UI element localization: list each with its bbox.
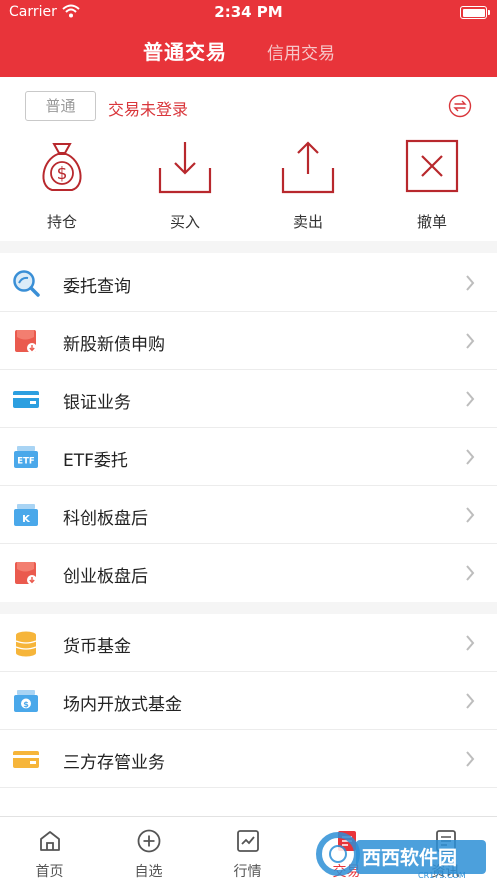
tab-watchlist[interactable]: 自选 <box>99 817 198 884</box>
svg-text:ETF: ETF <box>17 457 35 467</box>
download-icon <box>158 142 212 194</box>
list-item-label: 三方存管业务 <box>63 753 165 773</box>
coins-icon <box>15 631 37 657</box>
list-item-bank-securities[interactable]: 银证业务 <box>0 370 497 428</box>
red-bag-icon <box>15 330 37 353</box>
chart-icon <box>236 830 259 852</box>
buy-button[interactable]: 买入 <box>145 138 225 238</box>
chevron-right-icon <box>466 449 475 465</box>
chevron-right-icon <box>466 275 475 291</box>
list-item-gem-after-hours[interactable]: 创业板盘后 <box>0 544 497 602</box>
list-item-money-fund[interactable]: 货币基金 <box>0 614 497 672</box>
action-label: 买入 <box>169 213 200 231</box>
list-item-etf-order[interactable]: ETF ETF委托 <box>0 428 497 486</box>
cancel-box-icon <box>405 139 459 193</box>
home-icon <box>39 831 60 851</box>
red-bag-icon <box>15 562 37 585</box>
chevron-right-icon <box>466 565 475 581</box>
chevron-right-icon <box>466 333 475 349</box>
money-bag-icon: $ <box>42 143 82 191</box>
search-icon <box>13 270 40 297</box>
list-item-label: 委托查询 <box>63 277 131 297</box>
list-item-label: 新股新债申购 <box>63 335 165 355</box>
battery-icon <box>460 6 490 19</box>
kc-icon: K <box>14 504 38 526</box>
watermark-text: 西西软件园 <box>362 846 457 869</box>
chevron-right-icon <box>466 507 475 523</box>
tab-label: 行情 <box>233 864 262 880</box>
upload-icon <box>281 141 335 194</box>
list-item-label: 场内开放式基金 <box>63 695 182 715</box>
yellow-card-icon <box>13 751 39 768</box>
fund-icon: $ <box>14 690 38 712</box>
tab-label: 自选 <box>134 864 163 880</box>
trade-type-tabs: 普通交易 信用交易 <box>0 36 497 66</box>
login-status-link[interactable]: 交易未登录 <box>108 96 188 120</box>
svg-text:$: $ <box>57 164 68 184</box>
tab-home[interactable]: 首页 <box>0 817 99 884</box>
tab-credit-trade[interactable]: 信用交易 <box>267 39 335 64</box>
action-label: 卖出 <box>292 213 323 231</box>
site-watermark: 西西软件园 CR173.COM <box>316 832 486 880</box>
list-item-exchange-open-fund[interactable]: $ 场内开放式基金 <box>0 672 497 730</box>
etf-icon: ETF <box>14 446 38 468</box>
list-item-label: 银证业务 <box>63 393 131 413</box>
list-item-order-query[interactable]: 委托查询 <box>0 254 497 312</box>
chevron-right-icon <box>466 751 475 767</box>
card-icon <box>13 391 39 408</box>
app-header: Carrier 2:34 PM 普通交易 信用交易 <box>0 0 497 77</box>
chevron-right-icon <box>466 391 475 407</box>
holdings-button[interactable]: $ 持仓 <box>22 138 102 238</box>
status-bar: Carrier 2:34 PM <box>0 0 497 26</box>
list-item-ipo-subscription[interactable]: 新股新债申购 <box>0 312 497 370</box>
list-item-star-market-after-hours[interactable]: K 科创板盘后 <box>0 486 497 544</box>
tab-normal-trade[interactable]: 普通交易 <box>143 36 227 65</box>
tab-label: 首页 <box>35 864 64 880</box>
list-item-third-party-custody[interactable]: 三方存管业务 <box>0 730 497 788</box>
status-time: 2:34 PM <box>214 3 283 21</box>
tab-market[interactable]: 行情 <box>198 817 297 884</box>
action-label: 撤单 <box>416 213 447 231</box>
chevron-right-icon <box>466 693 475 709</box>
section-divider <box>0 602 497 614</box>
cancel-order-button[interactable]: 撤单 <box>392 138 472 238</box>
plus-circle-icon <box>137 829 160 853</box>
list-item-label: 货币基金 <box>63 637 131 657</box>
account-bar: 普通 交易未登录 <box>0 90 497 124</box>
switch-account-icon[interactable] <box>448 94 472 118</box>
svg-text:K: K <box>22 514 31 525</box>
section-divider <box>0 241 497 253</box>
quick-actions: $ 持仓 买入 卖出 撤单 <box>0 138 497 238</box>
account-type-badge[interactable]: 普通 <box>25 91 96 121</box>
sell-button[interactable]: 卖出 <box>268 138 348 238</box>
svg-text:$: $ <box>23 700 29 709</box>
watermark-subtext: CR173.COM <box>418 871 466 880</box>
action-label: 持仓 <box>46 213 77 231</box>
list-item-label: 创业板盘后 <box>63 567 148 587</box>
chevron-right-icon <box>466 635 475 651</box>
list-item-label: 科创板盘后 <box>63 509 148 529</box>
list-item-label: ETF委托 <box>63 451 128 471</box>
